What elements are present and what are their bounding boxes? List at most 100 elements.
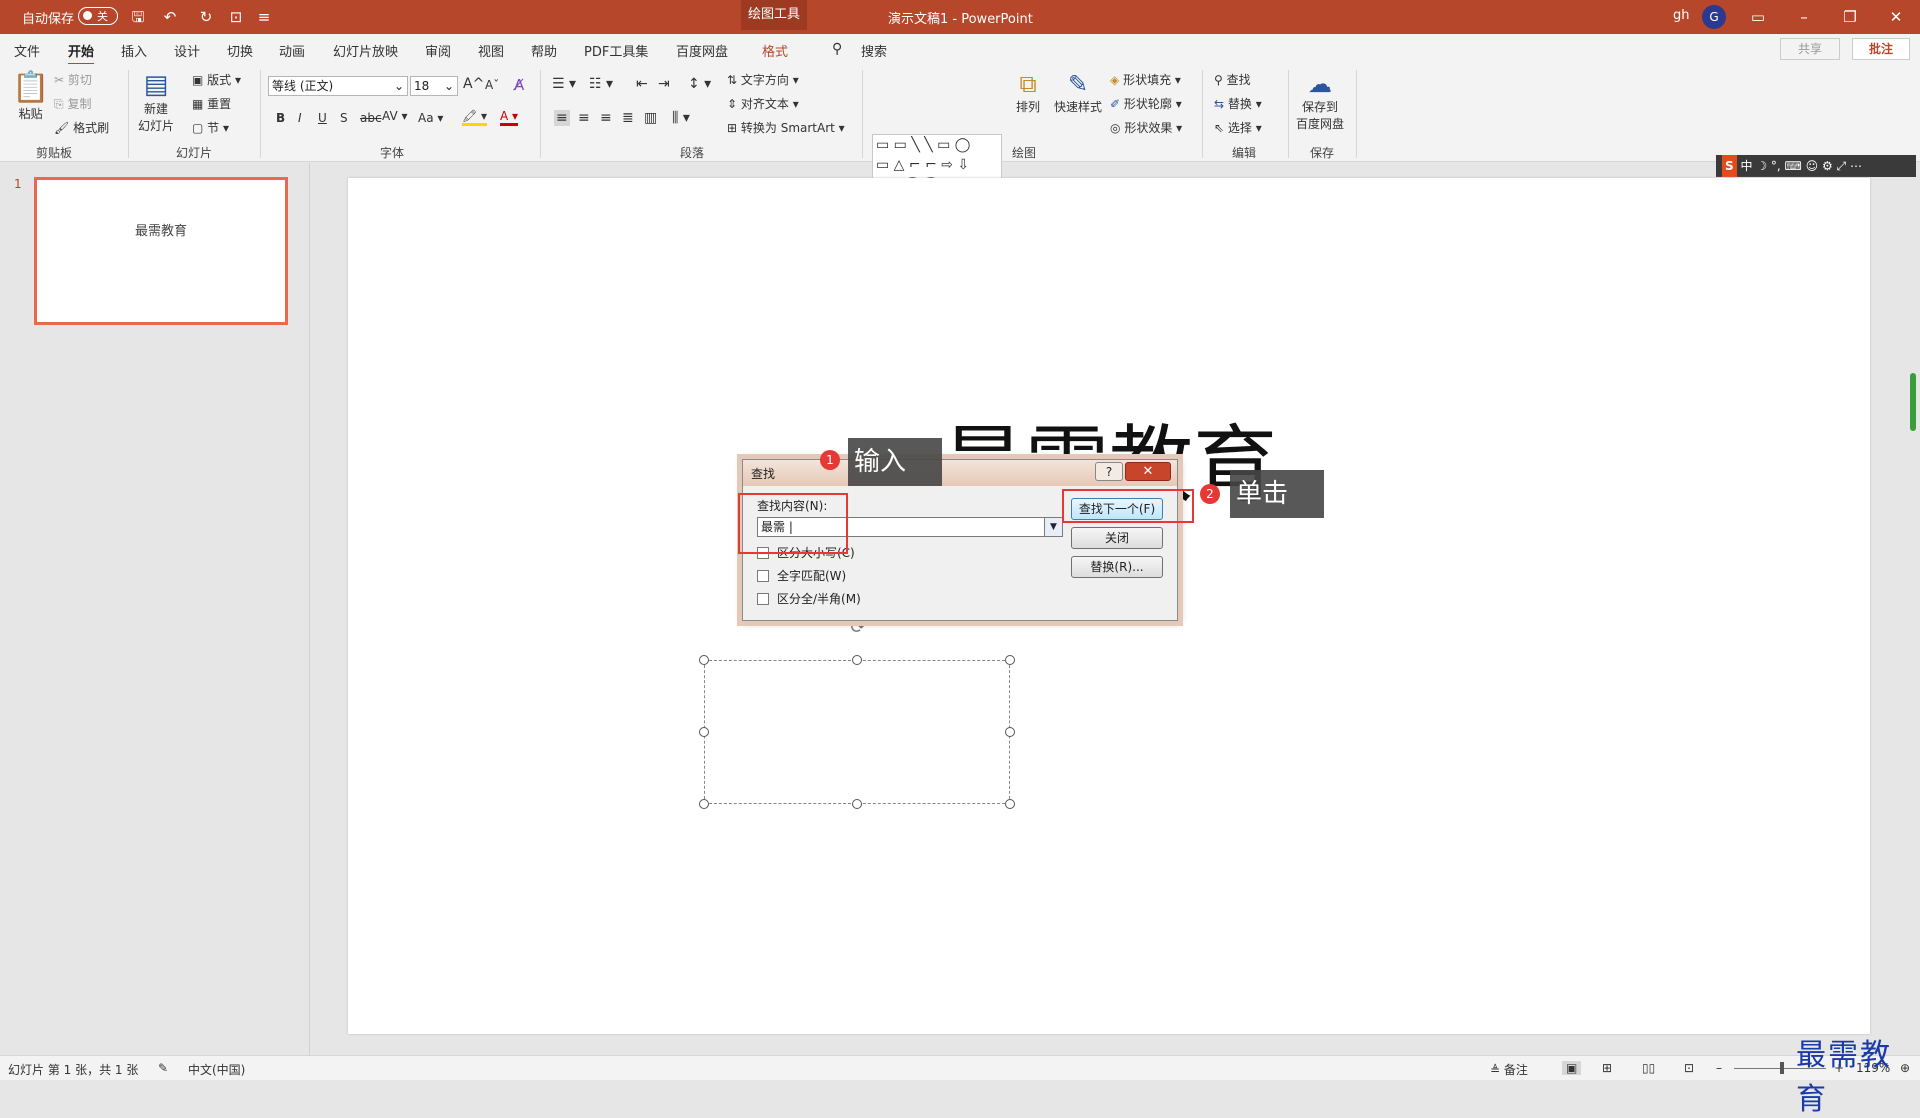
- strikethrough-button[interactable]: abc: [360, 111, 382, 125]
- new-slide-button[interactable]: ▤ 新建 幻灯片: [138, 70, 174, 134]
- shape-fill-button[interactable]: ◈ 形状填充 ▾: [1110, 71, 1181, 88]
- minimize-icon[interactable]: –: [1792, 5, 1816, 29]
- slideshow-icon[interactable]: ⊡: [1684, 1061, 1694, 1075]
- shadow-button[interactable]: S: [340, 111, 348, 125]
- decrease-indent-icon[interactable]: ⇤: [636, 76, 648, 92]
- text-direction-button[interactable]: ⇅ 文字方向 ▾: [727, 71, 799, 88]
- save-icon[interactable]: 🖫: [128, 7, 148, 27]
- change-case-button[interactable]: Aa ▾: [418, 111, 443, 125]
- scrollbar-thumb[interactable]: [1910, 373, 1916, 431]
- shrink-font-button[interactable]: Aˇ: [485, 78, 499, 92]
- italic-button[interactable]: I: [298, 111, 302, 125]
- tab-slideshow[interactable]: 幻灯片放映: [333, 41, 398, 60]
- user-name[interactable]: gh: [1673, 8, 1690, 23]
- resize-handle[interactable]: [699, 655, 709, 665]
- shape-effects-button[interactable]: ◎ 形状效果 ▾: [1110, 119, 1182, 136]
- copy-button[interactable]: ⎘ 复制: [54, 95, 91, 112]
- share-button[interactable]: 共享: [1780, 38, 1840, 60]
- ime-mode[interactable]: 中: [1740, 159, 1752, 173]
- quick-styles-button[interactable]: ✎ 快速样式: [1054, 70, 1102, 115]
- tab-view[interactable]: 视图: [478, 41, 504, 60]
- notes-button[interactable]: ≜ 备注: [1490, 1061, 1528, 1078]
- comment-button[interactable]: 批注: [1852, 38, 1910, 60]
- tab-design[interactable]: 设计: [174, 41, 200, 60]
- align-center-icon[interactable]: ≡: [578, 110, 590, 126]
- tab-home[interactable]: 开始: [68, 41, 95, 66]
- search-box[interactable]: 搜索: [861, 41, 887, 60]
- align-text-button[interactable]: ⇕ 对齐文本 ▾: [727, 95, 799, 112]
- numbering-icon[interactable]: ☷ ▾: [589, 76, 613, 92]
- font-color-icon[interactable]: A ▾: [500, 109, 519, 126]
- ribbon-display-icon[interactable]: ▭: [1746, 5, 1770, 29]
- bullets-icon[interactable]: ☰ ▾: [552, 76, 576, 92]
- line-spacing-icon[interactable]: ↕ ▾: [688, 76, 711, 92]
- reading-view-icon[interactable]: ▯▯: [1642, 1061, 1655, 1075]
- dialog-titlebar[interactable]: 查找 ? ✕: [743, 460, 1177, 486]
- autosave-toggle[interactable]: 关: [78, 7, 118, 25]
- resize-handle[interactable]: [1005, 799, 1015, 809]
- select-button[interactable]: ⇖ 选择 ▾: [1214, 119, 1262, 136]
- cut-button[interactable]: ✂ 剪切: [54, 71, 92, 88]
- zoom-out-icon[interactable]: –: [1716, 1061, 1722, 1075]
- redo-icon[interactable]: ↻: [196, 7, 216, 27]
- slide-sorter-icon[interactable]: ⊞: [1602, 1061, 1612, 1075]
- tab-insert[interactable]: 插入: [121, 41, 147, 60]
- resize-handle[interactable]: [1005, 727, 1015, 737]
- shape-outline-button[interactable]: ✐ 形状轮廓 ▾: [1110, 95, 1182, 112]
- present-icon[interactable]: ⊡: [226, 7, 246, 27]
- chevron-down-icon[interactable]: ▼: [1044, 518, 1062, 536]
- highlight-icon[interactable]: 🖍 ▾: [462, 109, 488, 126]
- resize-handle[interactable]: [699, 727, 709, 737]
- ime-toolbar[interactable]: S 中 ☽ °, ⌨ ☺ ⚙ ⤢ ⋯: [1716, 155, 1916, 177]
- slide-thumbnail[interactable]: 最需教育: [34, 177, 288, 325]
- close-button[interactable]: 关闭: [1071, 527, 1163, 549]
- font-name-select[interactable]: 等线 (正文) ⌄: [268, 76, 408, 96]
- replace-button[interactable]: ⇆ 替换 ▾: [1214, 95, 1262, 112]
- char-spacing-button[interactable]: AV ▾: [382, 109, 408, 123]
- reset-button[interactable]: ▦ 重置: [192, 95, 231, 112]
- format-painter-button[interactable]: 🖌 格式刷: [54, 119, 109, 136]
- clear-format-icon[interactable]: A̸: [514, 76, 524, 94]
- tab-format[interactable]: 格式: [762, 41, 788, 60]
- find-button[interactable]: ⚲ 查找: [1214, 71, 1251, 88]
- language[interactable]: 中文(中国): [188, 1061, 245, 1078]
- justify-icon[interactable]: ≣: [622, 110, 634, 126]
- restore-icon[interactable]: ❐: [1838, 5, 1862, 29]
- tab-help[interactable]: 帮助: [531, 41, 557, 60]
- avatar[interactable]: G: [1702, 5, 1726, 29]
- search-icon[interactable]: ⚲: [832, 41, 842, 57]
- tab-pdf-tools[interactable]: PDF工具集: [584, 41, 648, 60]
- distributed-icon[interactable]: ▥: [644, 110, 657, 126]
- resize-handle[interactable]: [699, 799, 709, 809]
- normal-view-icon[interactable]: ▣: [1562, 1061, 1582, 1075]
- paste-button[interactable]: 📋 粘贴: [12, 70, 49, 122]
- align-right-icon[interactable]: ≡: [600, 110, 612, 126]
- empty-text-box[interactable]: [699, 655, 1015, 809]
- customize-icon[interactable]: ≡: [254, 7, 274, 27]
- replace-button[interactable]: 替换(R)...: [1071, 556, 1163, 578]
- resize-handle[interactable]: [852, 655, 862, 665]
- underline-button[interactable]: U: [318, 111, 327, 125]
- align-left-icon[interactable]: ≡: [554, 110, 570, 126]
- resize-handle[interactable]: [1005, 655, 1015, 665]
- tab-file[interactable]: 文件: [14, 41, 40, 60]
- close-window-icon[interactable]: ✕: [1884, 5, 1908, 29]
- tab-animations[interactable]: 动画: [279, 41, 305, 60]
- tab-baidu-netdisk[interactable]: 百度网盘: [676, 41, 728, 60]
- columns-icon[interactable]: ⫼ ▾: [672, 110, 690, 126]
- spellcheck-icon[interactable]: ✎: [158, 1061, 168, 1075]
- match-width-checkbox[interactable]: 区分全/半角(M): [757, 590, 861, 607]
- help-button[interactable]: ?: [1095, 462, 1123, 481]
- layout-button[interactable]: ▣ 版式 ▾: [192, 71, 241, 88]
- arrange-button[interactable]: ⧉ 排列: [1016, 70, 1040, 115]
- smartart-button[interactable]: ⊞ 转换为 SmartArt ▾: [727, 119, 845, 136]
- section-button[interactable]: ▢ 节 ▾: [192, 119, 229, 136]
- bold-button[interactable]: B: [276, 111, 285, 125]
- tab-review[interactable]: 审阅: [425, 41, 451, 60]
- resize-handle[interactable]: [852, 799, 862, 809]
- tab-transitions[interactable]: 切换: [227, 41, 253, 60]
- dialog-close-button[interactable]: ✕: [1125, 462, 1171, 481]
- undo-icon[interactable]: ↶: [160, 7, 180, 27]
- whole-word-checkbox[interactable]: 全字匹配(W): [757, 567, 846, 584]
- save-to-baidu-button[interactable]: ☁ 保存到 百度网盘: [1296, 70, 1344, 132]
